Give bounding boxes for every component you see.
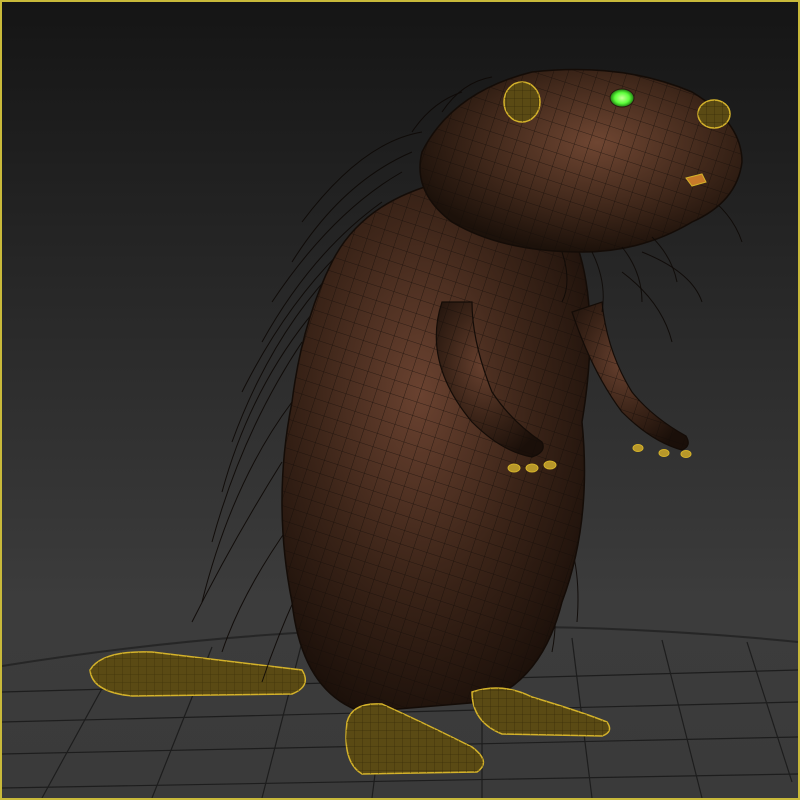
beaver-right-arm[interactable] (571, 301, 692, 458)
3d-viewport[interactable] (0, 0, 800, 800)
viewport-scene (2, 68, 798, 798)
beaver-eye[interactable] (609, 88, 635, 108)
beaver-right-foot[interactable] (471, 687, 611, 737)
beaver-left-foot[interactable] (345, 703, 485, 775)
beaver-head[interactable] (419, 68, 743, 253)
beaver-tail[interactable] (89, 651, 307, 697)
beaver-ear[interactable] (503, 81, 541, 123)
beaver-nose[interactable] (697, 99, 731, 129)
